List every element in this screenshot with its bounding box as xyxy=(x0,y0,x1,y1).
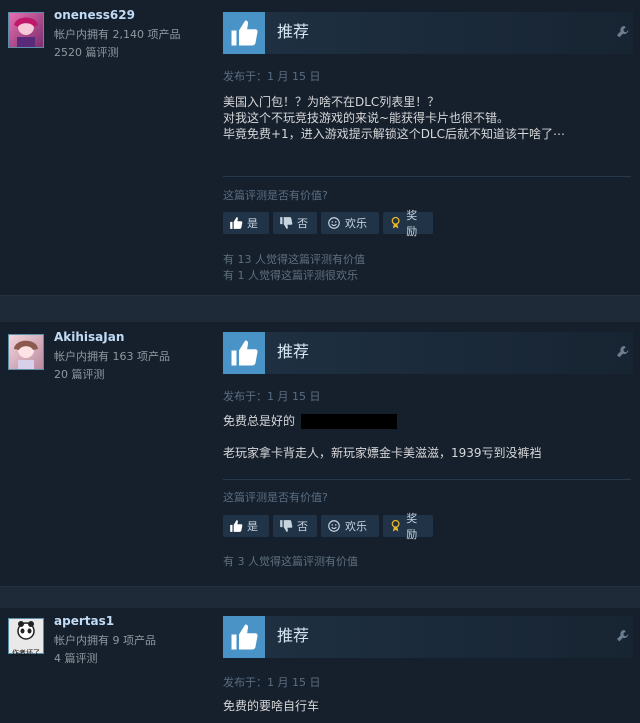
recommendation-label: 推荐 xyxy=(277,22,310,41)
review-text-line: 美国入门包！？为啥不在DLC列表里！？ xyxy=(223,95,440,109)
button-label: 欢乐 xyxy=(345,217,367,230)
thumb-up-icon xyxy=(229,216,243,230)
vote-yes-button[interactable]: 是 xyxy=(223,212,269,234)
button-label: 否 xyxy=(297,520,308,533)
button-label: 欢乐 xyxy=(345,520,367,533)
review-card: 作者坏了 apertas1 帐户内拥有 9 项产品 4 篇评测 推荐 发布于：1… xyxy=(0,608,640,723)
award-icon xyxy=(389,216,402,230)
award-icon xyxy=(389,519,402,533)
review-text-line: 免费总是好的 xyxy=(223,413,633,429)
products-owned[interactable]: 帐户内拥有 163 项产品 xyxy=(54,348,170,364)
products-owned[interactable]: 帐户内拥有 9 项产品 xyxy=(54,632,156,648)
wrench-icon[interactable] xyxy=(615,24,631,44)
vote-funny-button[interactable]: 欢乐 xyxy=(321,212,379,234)
review-count[interactable]: 20 篇评测 xyxy=(54,366,105,382)
vote-no-button[interactable]: 否 xyxy=(273,212,317,234)
award-button[interactable]: 奖励 xyxy=(383,209,433,238)
avatar[interactable] xyxy=(8,12,44,48)
avatar[interactable]: 作者坏了 xyxy=(8,618,44,657)
funny-stat: 有 1 人觉得这篇评测很欢乐 xyxy=(223,269,358,282)
thumb-up-icon xyxy=(223,12,265,54)
review-body: 美国入门包！？为啥不在DLC列表里！？ 对我这个不玩竞技游戏的来说~能获得卡片也… xyxy=(223,94,633,142)
wrench-icon[interactable] xyxy=(615,628,631,648)
helpful-stat: 有 13 人觉得这篇评测有价值 xyxy=(223,253,365,266)
thumb-up-icon xyxy=(229,519,243,533)
review-count[interactable]: 4 篇评测 xyxy=(54,650,98,666)
review-separator xyxy=(0,586,640,610)
username[interactable]: AkihisaJan xyxy=(54,330,124,344)
recommendation-header[interactable]: 推荐 xyxy=(223,332,633,374)
username[interactable]: apertas1 xyxy=(54,614,114,628)
thumb-up-icon xyxy=(223,332,265,374)
award-button[interactable]: 奖励 xyxy=(383,512,433,541)
vote-yes-button[interactable]: 是 xyxy=(223,515,269,537)
recommendation-header[interactable]: 推荐 xyxy=(223,616,633,658)
recommendation-header[interactable]: 推荐 xyxy=(223,12,633,54)
recommendation-label: 推荐 xyxy=(277,626,310,645)
thumb-up-icon xyxy=(223,616,265,658)
helpful-question: 这篇评测是否有价值? xyxy=(223,189,328,202)
button-label: 是 xyxy=(247,217,258,230)
posted-date: 发布于：1 月 15 日 xyxy=(223,676,321,689)
button-label: 否 xyxy=(297,217,308,230)
vote-funny-button[interactable]: 欢乐 xyxy=(321,515,379,537)
avatar[interactable] xyxy=(8,334,44,370)
review-text-line: 对我这个不玩竞技游戏的来说~能获得卡片也很不错。 xyxy=(223,111,510,125)
products-owned[interactable]: 帐户内拥有 2,140 项产品 xyxy=(54,26,180,42)
vote-no-button[interactable]: 否 xyxy=(273,515,317,537)
smile-icon xyxy=(327,519,341,533)
button-label: 奖励 xyxy=(406,209,418,238)
review-card: AkihisaJan 帐户内拥有 163 项产品 20 篇评测 推荐 发布于：1… xyxy=(0,322,640,586)
username[interactable]: oneness629 xyxy=(54,8,135,22)
button-label: 是 xyxy=(247,520,258,533)
review-body: 免费的要啥自行车 xyxy=(223,698,633,714)
review-body: 免费总是好的 老玩家拿卡背走人，新玩家嫖金卡美滋滋，1939亏到没裤裆 xyxy=(223,413,633,461)
avatar-caption: 作者坏了 xyxy=(12,649,40,657)
review-text-line: 毕竟免费+1，进入游戏提示解锁这个DLC后就不知道该干啥了⋯ xyxy=(223,127,565,141)
smile-icon xyxy=(327,216,341,230)
thumb-down-icon xyxy=(279,519,293,533)
wrench-icon[interactable] xyxy=(615,344,631,364)
divider xyxy=(223,176,631,177)
thumb-down-icon xyxy=(279,216,293,230)
review-text-line: 免费的要啥自行车 xyxy=(223,699,320,713)
divider xyxy=(223,479,631,480)
redacted-text xyxy=(301,414,398,429)
posted-date: 发布于：1 月 15 日 xyxy=(223,390,321,403)
helpful-stat: 有 3 人觉得这篇评测有价值 xyxy=(223,555,358,568)
review-count[interactable]: 2520 篇评测 xyxy=(54,44,119,60)
button-label: 奖励 xyxy=(406,512,418,541)
review-separator xyxy=(0,295,640,323)
review-text-line: 老玩家拿卡背走人，新玩家嫖金卡美滋滋，1939亏到没裤裆 xyxy=(223,446,542,460)
posted-date: 发布于：1 月 15 日 xyxy=(223,70,321,83)
review-card: oneness629 帐户内拥有 2,140 项产品 2520 篇评测 推荐 发… xyxy=(0,0,640,295)
helpful-question: 这篇评测是否有价值? xyxy=(223,491,328,504)
recommendation-label: 推荐 xyxy=(277,342,310,361)
